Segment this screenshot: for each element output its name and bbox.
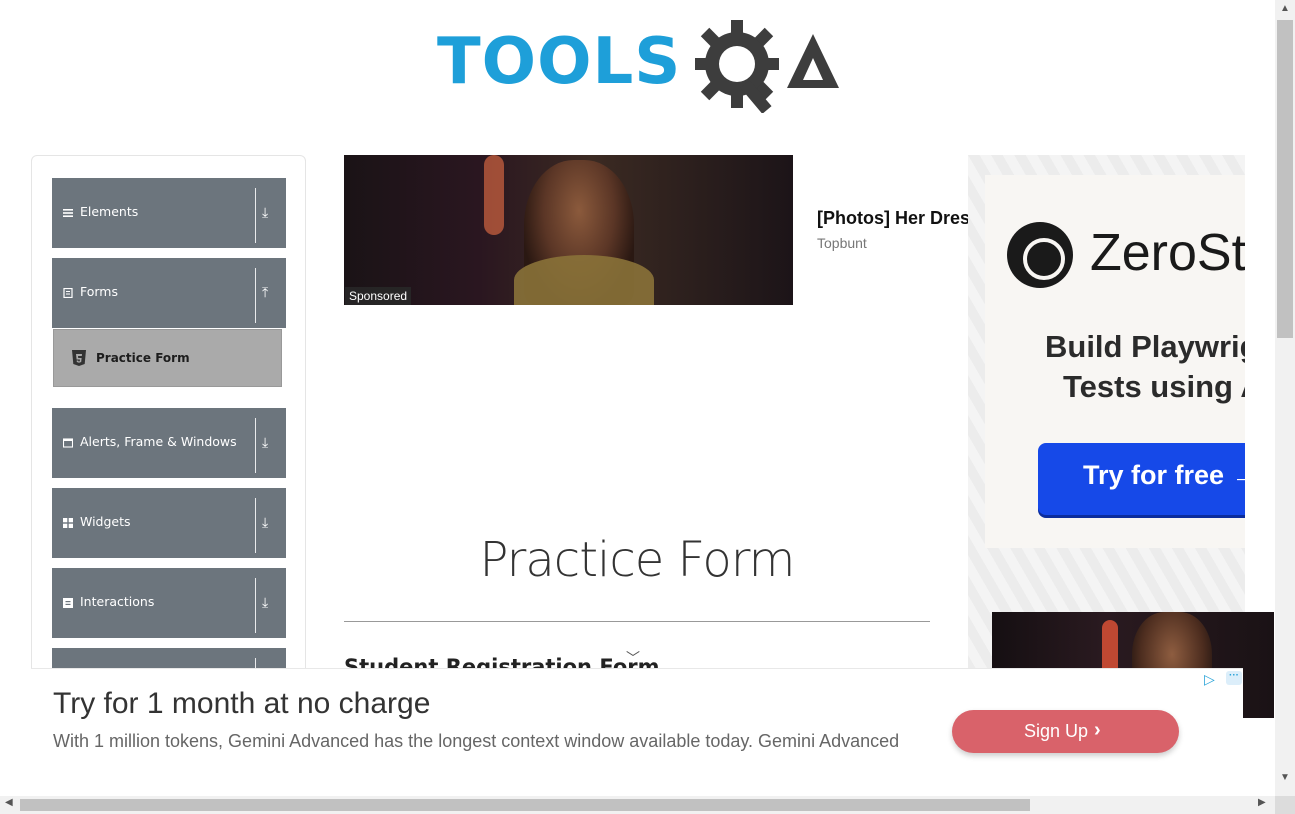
zerostep-headline-line2: Tests using AI <box>1063 369 1245 404</box>
sidebar: Elements ⤓ Forms ⤒ Practice Form Alerts,… <box>31 155 306 715</box>
divider <box>255 268 256 323</box>
collapse-icon[interactable]: ⤒ <box>262 285 268 301</box>
scroll-down-icon[interactable]: ▼ <box>1280 772 1290 783</box>
sponsored-badge: Sponsored <box>345 287 412 305</box>
window-icon <box>63 438 73 448</box>
sidebar-group-interactions[interactable]: Interactions ⤓ <box>52 568 286 638</box>
sidebar-group-label: Elements <box>80 204 139 219</box>
sidebar-group-label: Forms <box>80 284 119 299</box>
list-icon <box>63 209 73 217</box>
horizontal-scrollbar[interactable]: ◀ ▶ <box>0 796 1275 814</box>
zerostep-headline: Build Playwright Tests using AI <box>1045 327 1245 407</box>
page-title: Practice Form <box>479 532 796 588</box>
divider <box>255 578 256 633</box>
expand-icon[interactable]: ⤓ <box>262 435 268 451</box>
logo-text: TOOLS <box>437 25 682 99</box>
sidebar-group-elements[interactable]: Elements ⤓ <box>52 178 286 248</box>
sign-up-label: Sign Up <box>1024 721 1089 741</box>
bottom-ad-banner[interactable]: Try for 1 month at no charge With 1 mill… <box>31 668 1243 792</box>
form-icon <box>63 288 73 298</box>
zerostep-ad-card[interactable]: ZeroStep Build Playwright Tests using AI… <box>985 175 1245 548</box>
sponsored-ad-title[interactable]: [Photos] Her Dress <box>817 208 969 229</box>
widgets-icon <box>63 518 73 528</box>
scrollbar-corner <box>1275 796 1295 814</box>
divider <box>255 418 256 473</box>
scroll-up-icon[interactable]: ▲ <box>1280 3 1290 14</box>
ad-options-icon[interactable]: ··· <box>1226 671 1242 685</box>
ad-photo-dress <box>514 255 654 305</box>
chevron-right-icon: › <box>1094 719 1101 741</box>
horizontal-scroll-thumb[interactable] <box>20 799 1030 811</box>
scroll-left-icon[interactable]: ◀ <box>5 797 13 808</box>
divider <box>255 498 256 553</box>
expand-icon[interactable]: ⤓ <box>262 515 268 531</box>
expand-icon[interactable]: ⤓ <box>262 595 268 611</box>
interactions-icon <box>63 598 73 608</box>
sidebar-item-practice-form[interactable]: Practice Form <box>53 329 282 387</box>
sidebar-group-alerts[interactable]: Alerts, Frame & Windows ⤓ <box>52 408 286 478</box>
sign-up-button[interactable]: Sign Up › <box>952 710 1179 753</box>
sidebar-group-label: Interactions <box>80 594 155 609</box>
title-divider <box>344 621 930 622</box>
try-for-free-button[interactable]: Try for free → <box>1038 443 1245 515</box>
bottom-ad-headline[interactable]: Try for 1 month at no charge <box>53 687 430 721</box>
html5-shield-icon <box>72 350 86 366</box>
sponsored-ad-image[interactable]: Sponsored <box>344 155 793 305</box>
page: TOOLS Elements ⤓ Forms ⤒ Practice Form A… <box>0 0 1275 796</box>
expand-icon[interactable]: ⤓ <box>262 205 268 221</box>
vertical-scroll-thumb[interactable] <box>1277 20 1293 338</box>
divider <box>255 188 256 243</box>
gear-magnifier-icon <box>695 20 839 113</box>
adchoices-icon[interactable]: ▷ <box>1204 671 1215 688</box>
sidebar-group-forms[interactable]: Forms ⤒ <box>52 258 286 328</box>
chevron-down-icon[interactable]: ﹀ <box>626 648 640 668</box>
stage-light <box>484 155 504 235</box>
sidebar-group-label: Alerts, Frame & Windows <box>80 434 237 449</box>
bottom-ad-body: With 1 million tokens, Gemini Advanced h… <box>53 731 900 751</box>
sponsored-ad-source[interactable]: Topbunt <box>817 235 867 251</box>
toolsqa-logo[interactable]: TOOLS <box>437 18 842 113</box>
zerostep-logo-icon <box>1007 222 1073 288</box>
zerostep-brand: ZeroStep <box>1090 224 1245 282</box>
zerostep-headline-line1: Build Playwright <box>1045 329 1245 364</box>
scroll-right-icon[interactable]: ▶ <box>1258 797 1266 808</box>
vertical-scrollbar[interactable]: ▲ ▼ <box>1275 0 1295 796</box>
sidebar-group-label: Widgets <box>80 514 131 529</box>
sidebar-group-widgets[interactable]: Widgets ⤓ <box>52 488 286 558</box>
sidebar-item-label: Practice Form <box>96 351 190 365</box>
